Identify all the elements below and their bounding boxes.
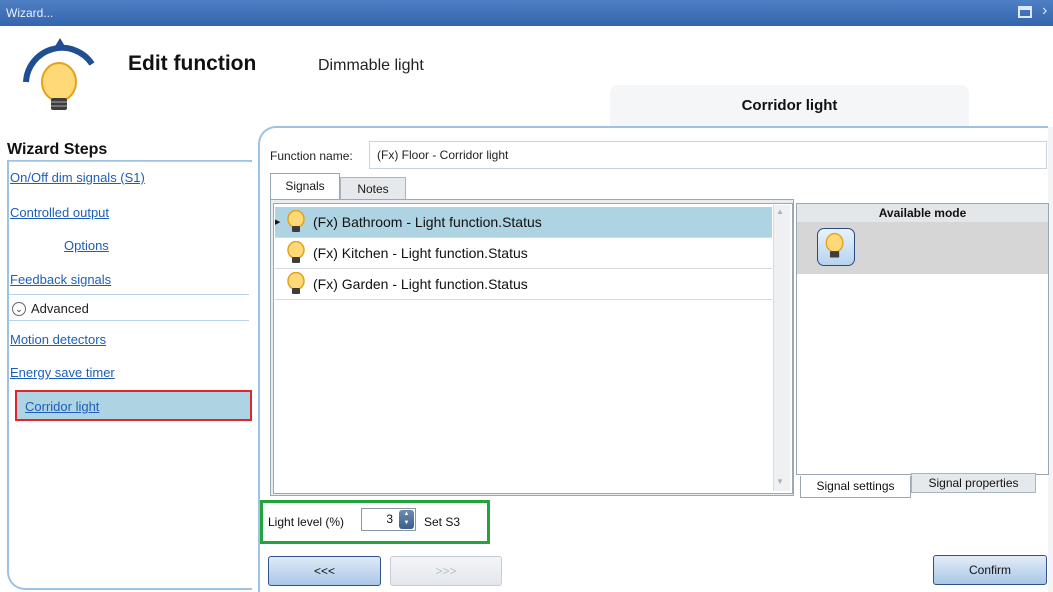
signal-label: (Fx) Kitchen - Light function.Status bbox=[313, 245, 528, 261]
sidebar-item-on-off-dim-signals[interactable]: On/Off dim signals (S1) bbox=[10, 170, 145, 185]
back-button[interactable]: <<< bbox=[268, 556, 381, 586]
light-level-stepper[interactable]: 3 ▲ ▼ bbox=[361, 508, 416, 531]
window-titlebar: Wizard... › bbox=[0, 0, 1053, 26]
scroll-up-icon[interactable]: ▲ bbox=[776, 207, 784, 216]
window-title: Wizard... bbox=[6, 6, 54, 20]
list-item[interactable]: (Fx) Garden - Light function.Status bbox=[275, 269, 772, 300]
sidebar-item-energy-save-timer[interactable]: Energy save timer bbox=[10, 365, 115, 380]
wizard-header: Edit function Dimmable light Corridor li… bbox=[0, 26, 1053, 127]
maximize-icon[interactable] bbox=[1018, 6, 1032, 18]
advanced-toggle[interactable]: ⌄ Advanced bbox=[12, 301, 89, 316]
signal-label: (Fx) Garden - Light function.Status bbox=[313, 276, 528, 292]
tab-signal-properties[interactable]: Signal properties bbox=[911, 473, 1036, 493]
sidebar-item-motion-detectors[interactable]: Motion detectors bbox=[10, 332, 106, 347]
lightbulb-icon bbox=[287, 241, 305, 263]
scroll-down-icon[interactable]: ▼ bbox=[776, 477, 784, 486]
tab-corridor-light[interactable]: Corridor light bbox=[610, 85, 969, 127]
light-level-value: 3 bbox=[386, 512, 393, 526]
list-scrollbar[interactable]: ▲ ▼ bbox=[773, 205, 790, 491]
sidebar-item-selected-highlight: Corridor light bbox=[15, 390, 252, 421]
list-item[interactable]: ▶ (Fx) Bathroom - Light function.Status bbox=[275, 207, 772, 238]
chevron-down-icon: ⌄ bbox=[12, 301, 26, 316]
function-name-label: Function name: bbox=[270, 149, 353, 163]
lightbulb-icon bbox=[23, 38, 95, 110]
light-level-label: Light level (%) bbox=[268, 515, 345, 529]
stepper-arrows-icon[interactable]: ▲ ▼ bbox=[399, 510, 414, 529]
page-title: Edit function bbox=[128, 52, 257, 75]
confirm-button[interactable]: Confirm bbox=[933, 555, 1047, 585]
tab-signals[interactable]: Signals bbox=[270, 173, 340, 199]
available-mode-header: Available mode bbox=[797, 204, 1048, 222]
function-name-input[interactable]: (Fx) Floor - Corridor light bbox=[369, 141, 1047, 169]
sidebar-item-options[interactable]: Options bbox=[64, 238, 109, 253]
sidebar-item-feedback-signals[interactable]: Feedback signals bbox=[10, 272, 111, 287]
divider bbox=[9, 320, 249, 321]
sidebar-item-controlled-output[interactable]: Controlled output bbox=[10, 205, 109, 220]
sidebar-heading: Wizard Steps bbox=[7, 141, 108, 158]
row-pointer-icon: ▶ bbox=[275, 219, 281, 226]
set-s3-label: Set S3 bbox=[424, 515, 461, 529]
lightbulb-icon bbox=[287, 210, 305, 232]
tab-notes[interactable]: Notes bbox=[340, 177, 406, 199]
sidebar-item-corridor-light[interactable]: Corridor light bbox=[25, 399, 99, 414]
wizard-steps-sidebar: Wizard Steps On/Off dim signals (S1) Con… bbox=[0, 122, 260, 592]
lightbulb-icon bbox=[287, 272, 305, 294]
signal-label: (Fx) Bathroom - Light function.Status bbox=[313, 214, 542, 230]
lightbulb-icon bbox=[825, 232, 844, 258]
advanced-label: Advanced bbox=[31, 301, 89, 316]
next-button[interactable]: >>> bbox=[390, 556, 502, 586]
divider bbox=[9, 161, 249, 162]
function-type: Dimmable light bbox=[318, 57, 424, 74]
mode-lightbulb-button[interactable] bbox=[817, 228, 855, 266]
divider bbox=[9, 294, 249, 295]
list-item[interactable]: (Fx) Kitchen - Light function.Status bbox=[275, 238, 772, 269]
tab-signal-settings[interactable]: Signal settings bbox=[800, 476, 911, 498]
close-icon[interactable]: › bbox=[1042, 2, 1047, 20]
